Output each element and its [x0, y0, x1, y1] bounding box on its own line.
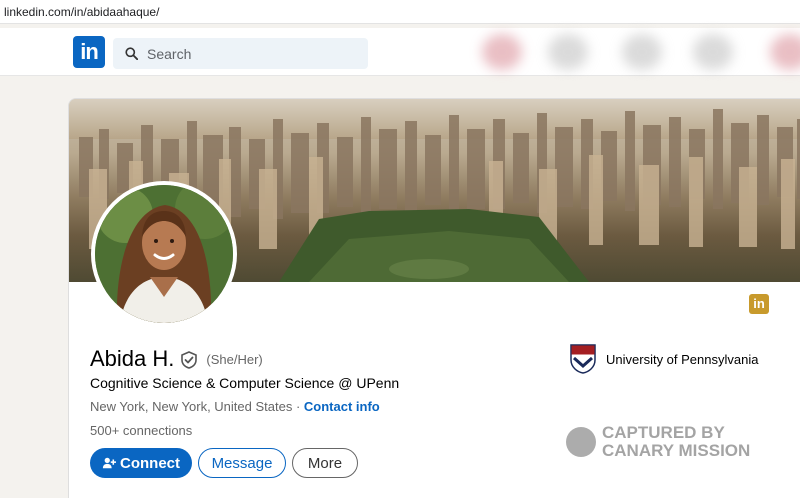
location-row: New York, New York, United States · Cont… [90, 399, 380, 414]
nav-item-blurred[interactable] [622, 34, 662, 70]
education-entry[interactable]: University of Pennsylvania [570, 344, 758, 374]
nav-item-blurred[interactable] [482, 34, 522, 70]
nav-item-blurred[interactable] [770, 34, 800, 70]
watermark-line1: CAPTURED BY [602, 423, 725, 442]
profile-headline: Cognitive Science & Computer Science @ U… [90, 375, 400, 391]
canary-mission-logo-icon [566, 427, 596, 457]
linkedin-logo[interactable]: in [73, 36, 105, 68]
nav-item-blurred[interactable] [693, 34, 733, 70]
browser-address-bar[interactable]: linkedin.com/in/abidaahaque/ [0, 0, 800, 24]
more-button[interactable]: More [292, 448, 358, 478]
watermark-text: CAPTURED BY CANARY MISSION [602, 424, 750, 460]
search-input[interactable] [147, 38, 357, 69]
connect-label: Connect [120, 454, 180, 472]
location-text: New York, New York, United States [90, 399, 293, 414]
contact-info-link[interactable]: Contact info [304, 399, 380, 414]
education-name: University of Pennsylvania [606, 351, 759, 367]
connect-user-plus-icon [102, 457, 116, 469]
pronouns: (She/Her) [206, 351, 263, 367]
verified-shield-icon[interactable] [180, 351, 198, 369]
connect-button[interactable]: Connect [90, 448, 192, 478]
top-navigation: in [0, 28, 800, 76]
connections-count[interactable]: 500+ connections [90, 423, 192, 438]
watermark-line2: CANARY MISSION [602, 441, 751, 460]
canary-mission-watermark: CAPTURED BY CANARY MISSION [566, 424, 750, 460]
url-text: linkedin.com/in/abidaahaque/ [4, 5, 160, 19]
profile-photo [95, 185, 233, 323]
location-separator: · [292, 399, 304, 414]
message-button[interactable]: Message [198, 448, 286, 478]
nav-item-blurred[interactable] [548, 34, 588, 70]
search-box[interactable] [113, 38, 368, 69]
university-shield-icon [570, 344, 596, 374]
profile-name: Abida H. [90, 346, 175, 371]
search-icon [125, 47, 138, 60]
message-label: Message [211, 454, 273, 472]
profile-photo-frame[interactable] [91, 181, 237, 327]
name-row: Abida H. (She/Her) [90, 346, 263, 372]
more-label: More [307, 454, 343, 472]
linkedin-small-badge[interactable]: in [749, 294, 769, 314]
